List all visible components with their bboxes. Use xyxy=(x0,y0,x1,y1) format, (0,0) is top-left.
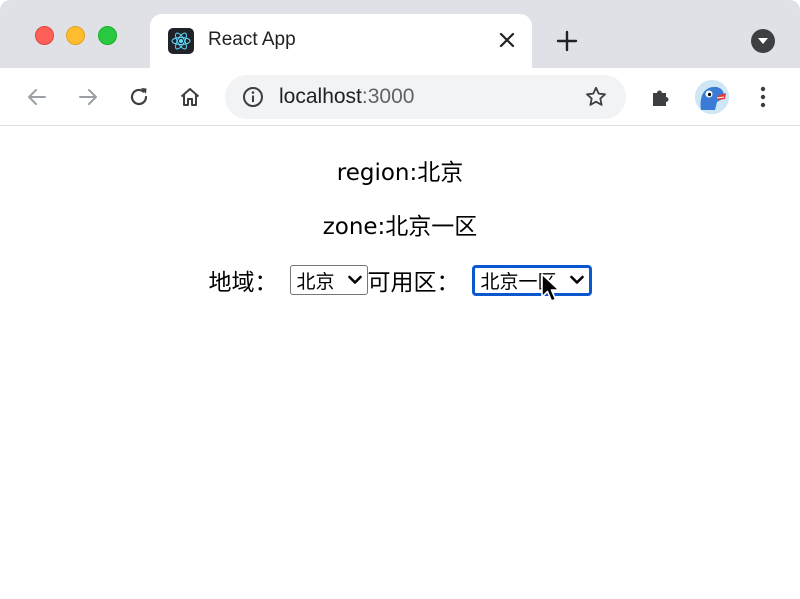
chevron-down-icon xyxy=(568,271,586,289)
arrow-right-icon[interactable] xyxy=(73,82,103,112)
puzzle-icon[interactable] xyxy=(646,82,676,112)
selector-row: 地域： 北京 可用区： 北京一区 xyxy=(0,263,800,297)
region-label: 地域： xyxy=(208,270,278,296)
chevron-down-icon xyxy=(346,271,364,289)
close-icon[interactable] xyxy=(494,27,520,53)
info-icon[interactable] xyxy=(241,85,265,109)
tab-title: React App xyxy=(208,29,296,50)
browser-toolbar: localhost:3000 xyxy=(0,68,800,126)
tab-react-app[interactable]: React App xyxy=(150,14,532,70)
zone-text: zone:北京一区 xyxy=(322,214,478,240)
arrow-left-icon[interactable] xyxy=(22,82,52,112)
maximize-window-button[interactable] xyxy=(98,26,117,45)
plus-icon[interactable] xyxy=(552,26,582,56)
mouse-pointer-icon xyxy=(540,272,562,304)
react-logo-icon xyxy=(168,28,194,54)
avatar[interactable] xyxy=(695,80,729,114)
kebab-menu-icon[interactable] xyxy=(748,82,778,112)
browser-window: React App localhost:3000 region:北京 zone:… xyxy=(0,0,800,599)
url-text[interactable]: localhost:3000 xyxy=(279,85,414,109)
zone-label: 可用区： xyxy=(367,270,460,296)
reload-icon[interactable] xyxy=(124,82,154,112)
chevron-down-icon[interactable] xyxy=(751,29,775,53)
url-port: :3000 xyxy=(361,85,415,108)
minimize-window-button[interactable] xyxy=(66,26,85,45)
region-text: region:北京 xyxy=(336,160,464,186)
tab-strip: React App xyxy=(0,0,800,70)
region-select[interactable]: 北京 xyxy=(289,265,368,295)
star-icon[interactable] xyxy=(583,84,609,110)
page-content: region:北京 zone:北京一区 地域： 北京 可用区： 北京一区 xyxy=(0,127,800,599)
home-icon[interactable] xyxy=(175,82,205,112)
close-window-button[interactable] xyxy=(35,26,54,45)
zone-select[interactable]: 北京一区 xyxy=(471,264,592,296)
address-bar[interactable]: localhost:3000 xyxy=(225,75,626,119)
region-select-value: 北京 xyxy=(296,270,335,293)
url-host: localhost xyxy=(279,85,362,108)
